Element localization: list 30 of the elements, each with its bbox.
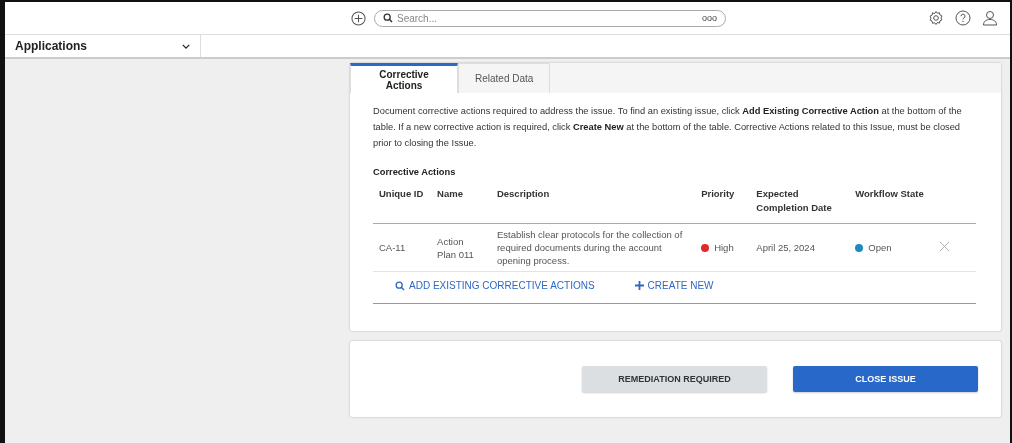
user-icon[interactable] xyxy=(982,10,998,26)
instructions-text: Document corrective actions required to address the issue. To find an existing issue, click Add Existing Corrective Action at the bottom of the table. If a new corrective action is required, click Create New at the bottom of the table. Corrective Actions related to this Issue, must be closed prior to closing the Issue. xyxy=(373,105,963,150)
search-icon xyxy=(383,13,393,23)
add-existing-link[interactable]: ADD EXISTING CORRECTIVE ACTIONS xyxy=(395,280,595,291)
table-cell: High xyxy=(714,242,734,253)
more-options[interactable]: ooo xyxy=(701,13,717,23)
column-header: Name xyxy=(437,188,463,199)
search-icon xyxy=(395,280,405,291)
remediation-button[interactable]: REMEDIATION REQUIRED xyxy=(582,366,767,392)
table-cell: Establish clear protocols for the collection of required documents during the account opening process. xyxy=(496,229,683,266)
column-header: Priority xyxy=(701,188,735,199)
column-header: Expected Completion Date xyxy=(756,188,832,213)
column-header: Workflow State xyxy=(855,188,924,199)
table-cell: Action Plan 011 xyxy=(437,235,474,260)
table-title: Corrective Actions xyxy=(373,167,457,177)
plus-icon xyxy=(634,281,644,290)
table-cell: CA-11 xyxy=(379,242,406,253)
table-cell: Open xyxy=(868,242,892,253)
add-icon[interactable] xyxy=(351,10,366,26)
table-cell: April 25, 2024 xyxy=(756,242,815,253)
help-icon[interactable] xyxy=(955,10,971,26)
settings-icon[interactable] xyxy=(928,10,944,26)
close-issue-button[interactable]: CLOSE ISSUE xyxy=(793,366,978,392)
tab[interactable]: Related Data xyxy=(458,63,551,93)
applications-dropdown[interactable]: Applications xyxy=(5,35,201,57)
chevron-icon xyxy=(182,43,190,49)
create-new-link[interactable]: CREATE NEW xyxy=(634,280,714,291)
column-header: Description xyxy=(496,188,550,199)
column-header: Unique ID xyxy=(379,188,424,199)
tab[interactable]: Corrective Actions xyxy=(350,63,458,93)
